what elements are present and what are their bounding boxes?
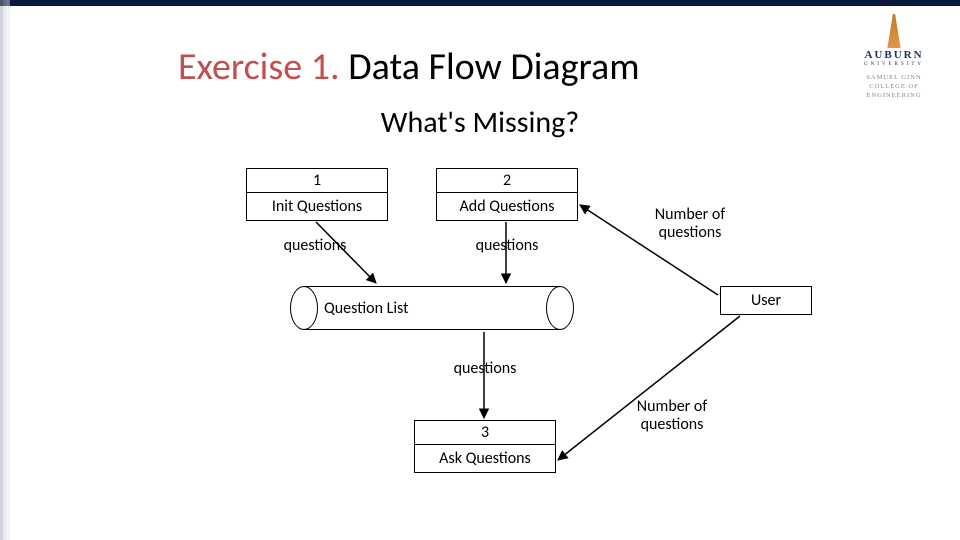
flow-label-user-p2: Number ofquestions xyxy=(630,206,750,243)
slide-subtitle: What's Missing? xyxy=(0,104,960,141)
logo-college-2: COLLEGE OF ENGINEERING xyxy=(866,83,921,99)
logo-sub: UNIVERSITY xyxy=(844,62,944,67)
title-prefix: Exercise 1. xyxy=(178,44,340,90)
auburn-tower-icon xyxy=(883,14,905,48)
process-2-number: 2 xyxy=(437,169,577,193)
logo-name: AUBURN xyxy=(844,50,944,61)
process-init-questions: 1 Init Questions xyxy=(246,168,388,221)
external-user: User xyxy=(720,286,812,315)
logo-college-1: SAMUEL GINN xyxy=(866,74,921,81)
flow-label-p1-store: questions xyxy=(260,237,370,255)
datastore-question-list: Question List xyxy=(290,286,560,330)
logo-college: SAMUEL GINN COLLEGE OF ENGINEERING xyxy=(844,73,944,100)
process-add-questions: 2 Add Questions xyxy=(436,168,578,221)
flow-label-p2-store: questions xyxy=(452,237,562,255)
title-main: Data Flow Diagram xyxy=(340,44,640,90)
auburn-logo: AUBURN UNIVERSITY SAMUEL GINN COLLEGE OF… xyxy=(844,14,944,100)
process-3-name: Ask Questions xyxy=(415,445,555,472)
process-3-number: 3 xyxy=(415,421,555,445)
left-stripe xyxy=(0,0,10,540)
datastore-endcap-right-icon xyxy=(546,286,574,330)
datastore-label: Question List xyxy=(304,286,560,330)
top-accent-bar xyxy=(0,0,960,6)
datastore-endcap-left-icon xyxy=(290,286,318,330)
flow-label-store-p3: questions xyxy=(430,360,540,378)
process-ask-questions: 3 Ask Questions xyxy=(414,420,556,473)
arrow-user-to-p3 xyxy=(558,316,740,460)
flow-label-user-p3: Number ofquestions xyxy=(612,398,732,435)
slide-title: Exercise 1. Data Flow Diagram xyxy=(178,44,640,90)
process-2-name: Add Questions xyxy=(437,193,577,220)
process-1-name: Init Questions xyxy=(247,193,387,220)
slide: AUBURN UNIVERSITY SAMUEL GINN COLLEGE OF… xyxy=(0,0,960,540)
process-1-number: 1 xyxy=(247,169,387,193)
